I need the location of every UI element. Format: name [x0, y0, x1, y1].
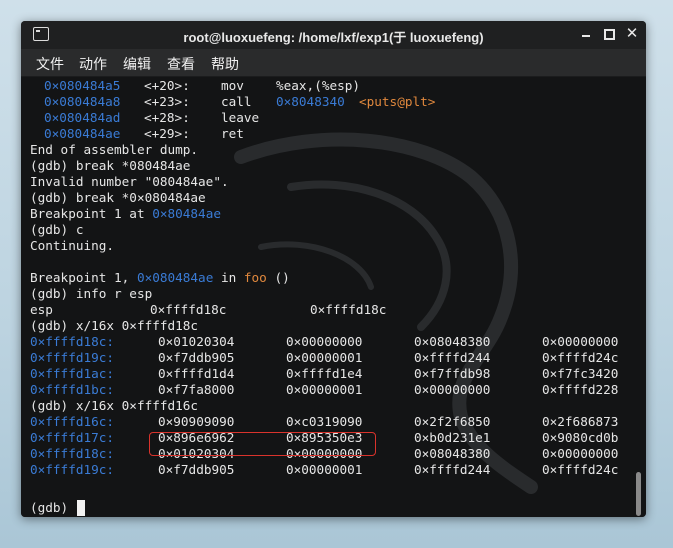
memory-row: 0×ffffd19c: 0×f7ddb905 0×00000001 0×ffff…: [30, 462, 619, 477]
close-icon[interactable]: ✕: [624, 26, 640, 42]
memory-row: 0×ffffd1ac: 0×ffffd1d4 0×ffffd1e4 0×f7ff…: [30, 366, 619, 381]
highlight-box: [149, 432, 376, 456]
terminal-window: root@luoxuefeng: /home/lxf/exp1(于 luoxue…: [21, 21, 646, 517]
command-line: (gdb) x/16x 0×ffffd16c: [30, 398, 199, 413]
terminal-output[interactable]: 0×080484a5 <+20>: mov %eax,(%esp) 0×0804…: [21, 77, 646, 517]
memory-row: 0×ffffd18c: 0×01020304 0×00000000 0×0804…: [30, 446, 619, 461]
output-line: End of assembler dump.: [30, 142, 199, 157]
output-line: Continuing.: [30, 238, 115, 253]
command-line: (gdb) info r esp: [30, 286, 153, 301]
text-cursor: [77, 500, 85, 516]
window-title: root@luoxuefeng: /home/lxf/exp1(于 luoxue…: [183, 30, 484, 45]
command-line: (gdb) x/16x 0×ffffd18c: [30, 318, 199, 333]
scrollbar-thumb[interactable]: [636, 472, 641, 516]
minimize-icon[interactable]: [578, 26, 594, 42]
output-line: Breakpoint 1 at 0×80484ae: [30, 206, 221, 221]
disasm-line: 0×080484ae <+29>: ret: [44, 126, 244, 141]
command-line: (gdb) c: [30, 222, 84, 237]
title-bar[interactable]: root@luoxuefeng: /home/lxf/exp1(于 luoxue…: [21, 21, 646, 49]
command-line: (gdb) break *080484ae: [30, 158, 191, 173]
disasm-line: 0×080484a8 <+23>: call 0×8048340 <puts@p…: [44, 94, 436, 109]
memory-row: 0×ffffd17c: 0×896e6962 0×895350e3 0×b0d2…: [30, 430, 619, 445]
prompt-line[interactable]: (gdb): [30, 500, 68, 516]
menu-edit[interactable]: 编辑: [123, 54, 151, 74]
menu-view[interactable]: 查看: [167, 54, 195, 74]
disasm-line: 0×080484ad <+28>: leave: [44, 110, 260, 125]
command-line: (gdb) break *0×080484ae: [30, 190, 206, 205]
maximize-icon[interactable]: [601, 26, 617, 42]
menu-actions[interactable]: 动作: [79, 54, 107, 74]
memory-row: 0×ffffd19c: 0×f7ddb905 0×00000001 0×ffff…: [30, 350, 619, 365]
menu-file[interactable]: 文件: [36, 54, 64, 74]
menu-bar: 文件 动作 编辑 查看 帮助: [21, 49, 646, 77]
memory-row: 0×ffffd1bc: 0×f7fa8000 0×00000001 0×0000…: [30, 382, 619, 397]
register-line: esp 0×ffffd18c 0×ffffd18c: [30, 302, 387, 317]
memory-row: 0×ffffd16c: 0×90909090 0×c0319090 0×2f2f…: [30, 414, 619, 429]
disasm-line: 0×080484a5 <+20>: mov %eax,(%esp): [44, 78, 361, 93]
memory-row: 0×ffffd18c: 0×01020304 0×00000000 0×0804…: [30, 334, 619, 349]
output-line: Breakpoint 1, 0×080484ae in foo (): [30, 270, 290, 285]
output-line: Invalid number "080484ae".: [30, 174, 229, 189]
menu-help[interactable]: 帮助: [211, 54, 239, 74]
